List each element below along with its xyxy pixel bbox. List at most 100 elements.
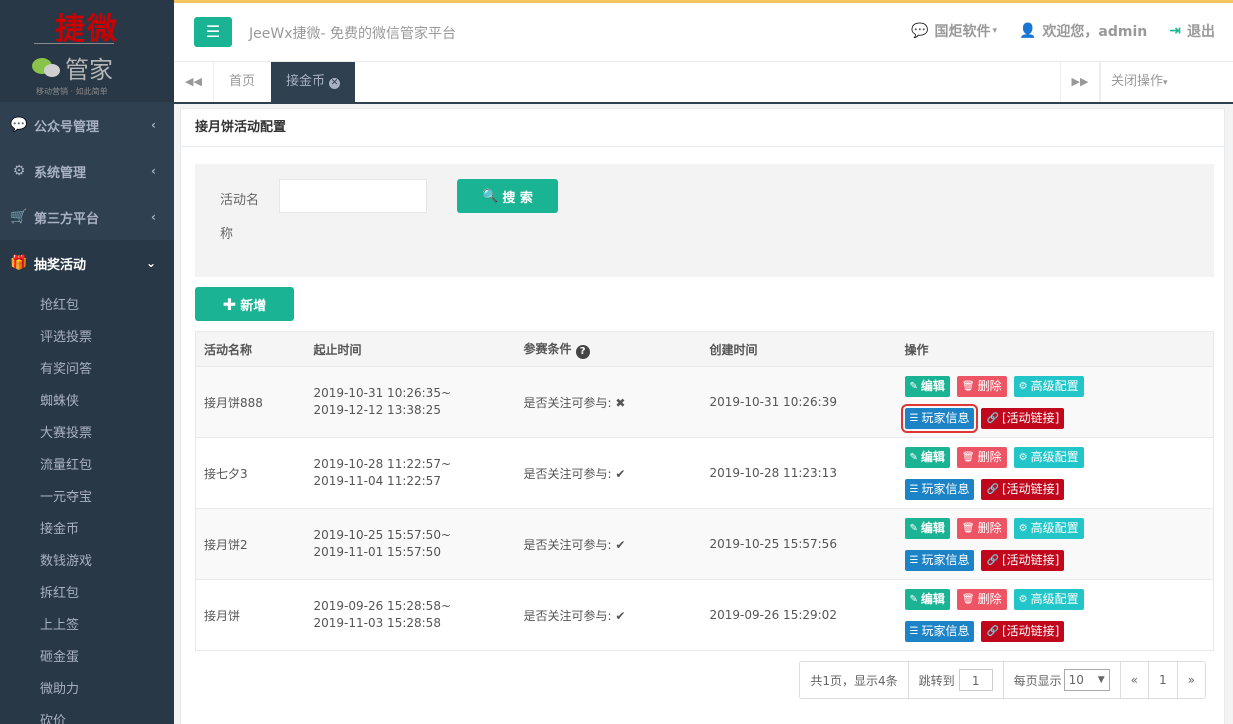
sidebar-subitem[interactable]: 微助力 (0, 674, 174, 706)
col-header-name[interactable]: 活动名称 (195, 331, 306, 367)
sidebar-subitem[interactable]: 大赛投票 (0, 418, 174, 450)
sidebar-item-third-party[interactable]: 🛒 第三方平台 ‹ (0, 194, 174, 240)
jump-to-page-input[interactable]: 1 (958, 669, 993, 691)
activity-link-button[interactable]: 🔗 [活动链接] (981, 549, 1065, 571)
table-icon: ☰ (909, 483, 919, 495)
check-icon: ✔ (615, 608, 626, 623)
advanced-config-button[interactable]: ⚙ 高级配置 (1013, 517, 1084, 539)
advanced-config-button[interactable]: ⚙ 高级配置 (1013, 375, 1084, 397)
activity-link-button[interactable]: 🔗 [活动链接] (981, 407, 1065, 429)
tab-current[interactable]: 接金币 ✕ (271, 62, 356, 102)
trash-icon: 🗑 (961, 522, 975, 534)
col-header-time[interactable]: 起止时间 (305, 331, 516, 367)
chevron-left-icon: ‹ (151, 164, 156, 178)
sidebar-subitem[interactable]: 有奖问答 (0, 354, 174, 386)
tabs-scroll-left-button[interactable]: ◀◀ (174, 62, 214, 102)
player-info-button[interactable]: ☰ 玩家信息 (904, 478, 975, 500)
wechat-icon: 💬 (10, 117, 28, 133)
sidebar-item-system[interactable]: ⚙ 系统管理 ‹ (0, 148, 174, 194)
edit-icon: ✎ (909, 522, 918, 534)
sidebar-item-wechat-accounts[interactable]: 💬 公众号管理 ‹ (0, 102, 174, 148)
cell-ops: ✎ 编辑 🗑 删除 ⚙ 高级配置 ☰ 玩家信息 🔗 [活动链接] (896, 579, 1214, 651)
sidebar-subitem[interactable]: 接金币 (0, 514, 174, 546)
wechat-icon: 💬 (911, 23, 929, 39)
sidebar-subitem[interactable]: 蜘蛛侠 (0, 386, 174, 418)
add-button[interactable]: ✚ 新增 (195, 287, 294, 321)
player-info-button[interactable]: ☰ 玩家信息 (904, 620, 975, 642)
chevron-left-icon: ‹ (151, 210, 156, 224)
close-icon[interactable]: ✕ (329, 78, 341, 89)
edit-button[interactable]: ✎ 编辑 (904, 588, 950, 610)
sidebar-subitem[interactable]: 砍价 (0, 706, 174, 724)
col-header-ops: 操作 (896, 331, 1214, 367)
sidebar: 捷微 管家 移动营销 · 如此简单 💬 公众号管理 ‹ ⚙ 系统管理 ‹ 🛒 第… (0, 0, 174, 724)
edit-button[interactable]: ✎ 编辑 (904, 517, 950, 539)
check-icon: ✔ (615, 466, 626, 481)
link-icon: 🔗 (986, 483, 999, 495)
sidebar-subitem[interactable]: 上上签 (0, 610, 174, 642)
delete-button[interactable]: 🗑 删除 (956, 588, 1007, 610)
sidebar-subitem[interactable]: 流量红包 (0, 450, 174, 482)
cell-name: 接月饼2 (195, 508, 306, 580)
cart-icon: 🛒 (10, 209, 28, 225)
activity-table: 活动名称 起止时间 参赛条件 ? 创建时间 操作 接月饼888 2019-10-… (195, 331, 1214, 651)
edit-button[interactable]: ✎ 编辑 (904, 446, 950, 468)
search-button[interactable]: 🔍 搜 索 (457, 179, 558, 213)
col-header-condition[interactable]: 参赛条件 ? (515, 331, 702, 367)
player-info-button[interactable]: ☰ 玩家信息 (904, 549, 975, 571)
pagination-summary: 共1页，显示4条 (800, 662, 909, 698)
logo-brand-top: 捷微 (55, 12, 119, 47)
activity-link-button[interactable]: 🔗 [活动链接] (981, 478, 1065, 500)
next-page-button[interactable]: » (1178, 662, 1205, 698)
link-icon: 🔗 (986, 412, 999, 424)
question-circle-icon[interactable]: ? (575, 344, 590, 359)
player-info-button[interactable]: ☰ 玩家信息 (900, 403, 979, 433)
delete-button[interactable]: 🗑 删除 (956, 446, 1007, 468)
cell-ops: ✎ 编辑 🗑 删除 ⚙ 高级配置 ☰ 玩家信息 🔗 [活动链接] (896, 366, 1214, 438)
logo: 捷微 管家 移动营销 · 如此简单 (0, 0, 174, 102)
page-number-button[interactable]: 1 (1149, 662, 1178, 698)
tab-home[interactable]: 首页 (214, 62, 270, 102)
cell-created: 2019-10-25 15:57:56 (701, 508, 897, 580)
menu-toggle-button[interactable]: ☰ (194, 17, 232, 47)
tabs-scroll-right-button[interactable]: ▶▶ (1060, 62, 1100, 102)
activity-link-button[interactable]: 🔗 [活动链接] (981, 620, 1065, 642)
sidebar-subitem[interactable]: 抢红包 (0, 290, 174, 322)
edit-icon: ✎ (909, 593, 918, 605)
edit-icon: ✎ (909, 451, 918, 463)
close-operations-menu[interactable]: 关闭操作▾ (1100, 62, 1178, 102)
cross-icon: ✖ (615, 395, 626, 410)
activity-name-input[interactable] (279, 179, 427, 213)
sidebar-subitem[interactable]: 一元夺宝 (0, 482, 174, 514)
delete-button[interactable]: 🗑 删除 (956, 517, 1007, 539)
advanced-config-button[interactable]: ⚙ 高级配置 (1013, 446, 1084, 468)
cell-ops: ✎ 编辑 🗑 删除 ⚙ 高级配置 ☰ 玩家信息 🔗 [活动链接] (896, 437, 1214, 509)
chevron-down-icon: ⌄ (145, 256, 156, 270)
advanced-config-button[interactable]: ⚙ 高级配置 (1013, 588, 1084, 610)
forward-icon: ▶▶ (1071, 75, 1089, 88)
edit-button[interactable]: ✎ 编辑 (904, 375, 950, 397)
sidebar-subitem[interactable]: 评选投票 (0, 322, 174, 354)
user-icon: 👤 (1019, 23, 1037, 39)
logout-link[interactable]: ⇥ 退出 (1169, 21, 1215, 41)
user-welcome[interactable]: 👤 欢迎您，admin (1019, 21, 1147, 41)
site-title: JeeWx捷微- 免费的微信管家平台 (249, 26, 456, 42)
cell-time: 2019-10-25 15:57:50~ 2019-11-01 15:57:50 (305, 508, 516, 580)
cogs-icon: ⚙ (1018, 522, 1028, 534)
sidebar-subitem[interactable]: 拆红包 (0, 578, 174, 610)
chevron-left-icon: ‹ (151, 118, 156, 132)
cell-name: 接七夕3 (195, 437, 306, 509)
hamburger-icon: ☰ (205, 22, 221, 41)
prev-page-button[interactable]: « (1121, 662, 1150, 698)
sidebar-item-lottery[interactable]: 🎁 抽奖活动 ⌄ (0, 240, 174, 286)
page-size-select[interactable]: 10 ▼ (1063, 669, 1110, 691)
sidebar-subitem[interactable]: 数钱游戏 (0, 546, 174, 578)
sidebar-subitem[interactable]: 砸金蛋 (0, 642, 174, 674)
table-icon: ☰ (909, 625, 919, 637)
company-menu[interactable]: 💬 国炬软件 ▾ (911, 21, 997, 41)
check-icon: ✔ (615, 537, 626, 552)
cell-time: 2019-10-28 11:22:57~ 2019-11-04 11:22:57 (305, 437, 516, 509)
delete-button[interactable]: 🗑 删除 (956, 375, 1007, 397)
col-header-created[interactable]: 创建时间 (701, 331, 897, 367)
trash-icon: 🗑 (961, 593, 975, 605)
